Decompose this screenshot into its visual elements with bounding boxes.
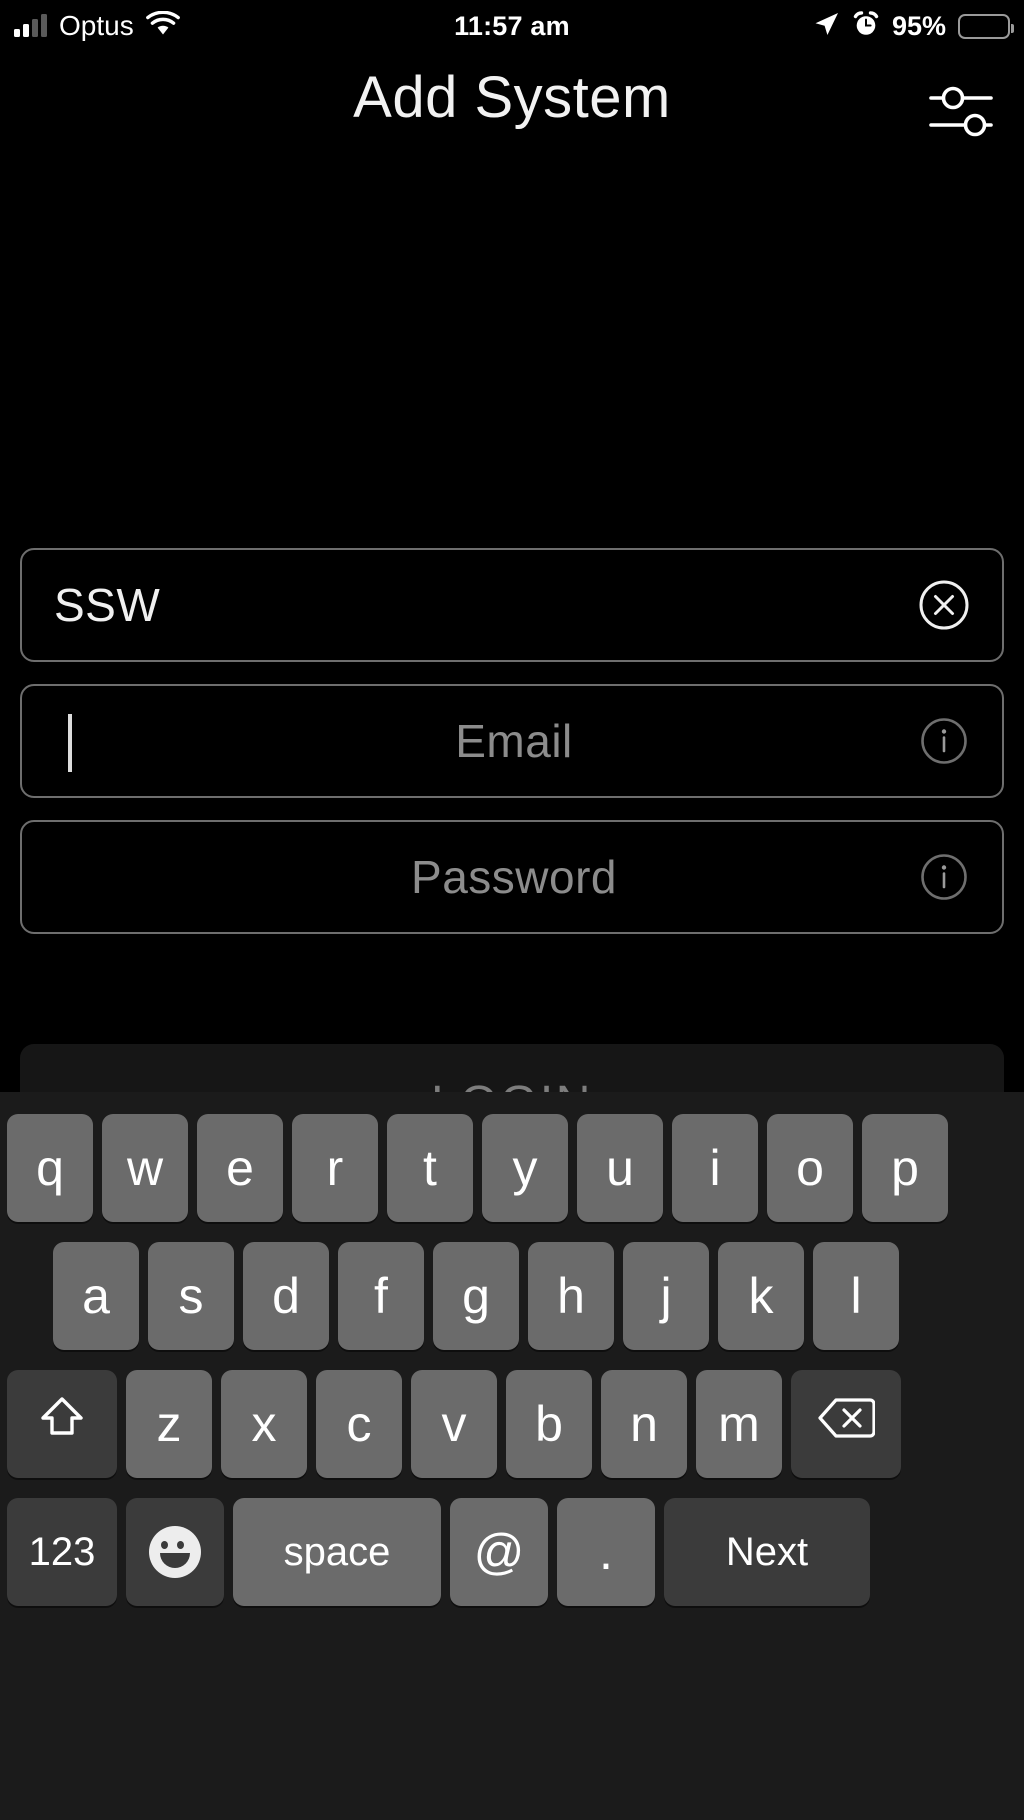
password-placeholder: Password: [411, 851, 617, 903]
info-circle-icon[interactable]: [916, 713, 972, 769]
key-d[interactable]: d: [243, 1242, 329, 1350]
status-bar-right: 95%: [812, 10, 1014, 43]
password-field[interactable]: Password: [20, 820, 1004, 934]
key-e[interactable]: e: [197, 1114, 283, 1222]
key-l[interactable]: l: [813, 1242, 899, 1350]
info-circle-icon[interactable]: [916, 849, 972, 905]
alarm-clock-icon: [852, 10, 880, 43]
key-n[interactable]: n: [601, 1370, 687, 1478]
at-key[interactable]: @: [450, 1498, 548, 1606]
key-a[interactable]: a: [53, 1242, 139, 1350]
shift-key[interactable]: [7, 1370, 117, 1478]
email-field[interactable]: Email: [20, 684, 1004, 798]
key-s[interactable]: s: [148, 1242, 234, 1350]
keyboard-row-1: q w e r t y u i o p: [0, 1114, 1024, 1222]
key-v[interactable]: v: [411, 1370, 497, 1478]
location-arrow-icon: [812, 10, 840, 43]
return-next-key[interactable]: Next: [664, 1498, 870, 1606]
key-x[interactable]: x: [221, 1370, 307, 1478]
key-g[interactable]: g: [433, 1242, 519, 1350]
key-m[interactable]: m: [696, 1370, 782, 1478]
key-u[interactable]: u: [577, 1114, 663, 1222]
system-name-value: SSW: [54, 579, 161, 631]
numbers-key[interactable]: 123: [7, 1498, 117, 1606]
onscreen-keyboard: q w e r t y u i o p a s d f g h j k l z …: [0, 1092, 1024, 1820]
emoji-smiley-icon: [149, 1526, 201, 1578]
emoji-key[interactable]: [126, 1498, 224, 1606]
key-i[interactable]: i: [672, 1114, 758, 1222]
clear-circle-x-icon[interactable]: [916, 577, 972, 633]
keyboard-row-4: 123 space @ . Next: [0, 1498, 1024, 1606]
space-key[interactable]: space: [233, 1498, 441, 1606]
key-o[interactable]: o: [767, 1114, 853, 1222]
battery-icon: [958, 13, 1014, 39]
nav-bar: Add System: [0, 58, 1024, 166]
backspace-delete-icon: [817, 1395, 876, 1453]
shift-arrow-up-icon: [36, 1392, 88, 1456]
period-key[interactable]: .: [557, 1498, 655, 1606]
sliders-settings-icon[interactable]: [924, 78, 998, 144]
key-w[interactable]: w: [102, 1114, 188, 1222]
app-screen: Optus 11:57 am 95% Add System SSW Email …: [0, 0, 1024, 1820]
key-z[interactable]: z: [126, 1370, 212, 1478]
key-t[interactable]: t: [387, 1114, 473, 1222]
key-q[interactable]: q: [7, 1114, 93, 1222]
keyboard-row-3: z x c v b n m: [0, 1370, 1024, 1478]
key-h[interactable]: h: [528, 1242, 614, 1350]
page-title: Add System: [353, 65, 671, 130]
backspace-key[interactable]: [791, 1370, 901, 1478]
key-c[interactable]: c: [316, 1370, 402, 1478]
key-k[interactable]: k: [718, 1242, 804, 1350]
email-placeholder: Email: [455, 715, 573, 767]
system-name-field[interactable]: SSW: [20, 548, 1004, 662]
keyboard-row-2: a s d f g h j k l: [0, 1242, 1024, 1350]
key-y[interactable]: y: [482, 1114, 568, 1222]
key-f[interactable]: f: [338, 1242, 424, 1350]
status-bar: Optus 11:57 am 95%: [0, 0, 1024, 52]
battery-percent-label: 95%: [891, 10, 946, 41]
key-p[interactable]: p: [862, 1114, 948, 1222]
key-b[interactable]: b: [506, 1370, 592, 1478]
key-r[interactable]: r: [292, 1114, 378, 1222]
key-j[interactable]: j: [623, 1242, 709, 1350]
